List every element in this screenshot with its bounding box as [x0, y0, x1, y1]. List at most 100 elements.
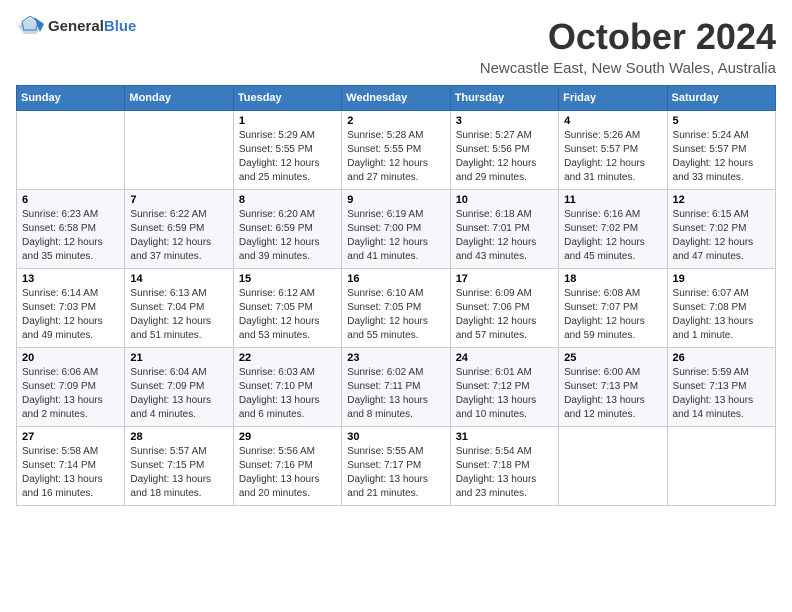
day-number: 30 [347, 431, 444, 443]
day-number: 10 [456, 194, 553, 206]
day-number: 4 [564, 115, 661, 127]
logo: General Blue [16, 16, 136, 36]
day-number: 8 [239, 194, 336, 206]
day-detail: Sunrise: 5:56 AMSunset: 7:16 PMDaylight:… [239, 445, 336, 501]
calendar-cell: 9Sunrise: 6:19 AMSunset: 7:00 PMDaylight… [342, 190, 450, 269]
week-row: 6Sunrise: 6:23 AMSunset: 6:58 PMDaylight… [17, 190, 776, 269]
day-number: 29 [239, 431, 336, 443]
day-detail: Sunrise: 6:23 AMSunset: 6:58 PMDaylight:… [22, 208, 119, 264]
day-number: 14 [130, 273, 227, 285]
day-detail: Sunrise: 5:59 AMSunset: 7:13 PMDaylight:… [673, 366, 770, 422]
calendar-cell: 3 Sunrise: 5:27 AMSunset: 5:56 PMDaylight… [450, 111, 558, 190]
calendar-cell: 11 Sunrise: 6:16 AMSunset: 7:02 PMDayligh… [559, 190, 667, 269]
day-number: 25 [564, 352, 661, 364]
calendar-cell: 29 Sunrise: 5:56 AMSunset: 7:16 PMDayligh… [233, 427, 341, 506]
calendar-cell [667, 427, 775, 506]
day-number: 28 [130, 431, 227, 443]
day-number: 27 [22, 431, 119, 443]
calendar-cell: 4 Sunrise: 5:26 AMSunset: 5:57 PMDaylight… [559, 111, 667, 190]
day-detail: Sunrise: 6:13 AMSunset: 7:04 PMDaylight:… [130, 287, 227, 343]
week-row: 1 Sunrise: 5:29 AMSunset: 5:55 PMDaylight… [17, 111, 776, 190]
col-header-sunday: Sunday [17, 86, 125, 111]
calendar-cell: 5 Sunrise: 5:24 AMSunset: 5:57 PMDaylight… [667, 111, 775, 190]
day-number: 11 [564, 194, 661, 206]
day-detail: Sunrise: 6:18 AMSunset: 7:01 PMDaylight:… [456, 208, 553, 264]
col-header-friday: Friday [559, 86, 667, 111]
day-number: 21 [130, 352, 227, 364]
calendar-cell: 22 Sunrise: 6:03 AMSunset: 7:10 PMDayligh… [233, 348, 341, 427]
day-detail: Sunrise: 6:00 AMSunset: 7:13 PMDaylight:… [564, 366, 661, 422]
day-number: 5 [673, 115, 770, 127]
week-row: 27 Sunrise: 5:58 AMSunset: 7:14 PMDayligh… [17, 427, 776, 506]
day-detail: Sunrise: 5:29 AMSunset: 5:55 PMDaylight:… [239, 129, 336, 185]
day-detail: Sunrise: 6:06 AMSunset: 7:09 PMDaylight:… [22, 366, 119, 422]
calendar-cell [559, 427, 667, 506]
calendar-cell: 19 Sunrise: 6:07 AMSunset: 7:08 PMDayligh… [667, 269, 775, 348]
day-detail: Sunrise: 6:02 AMSunset: 7:11 PMDaylight:… [347, 366, 444, 422]
calendar-cell [125, 111, 233, 190]
calendar-cell: 14 Sunrise: 6:13 AMSunset: 7:04 PMDayligh… [125, 269, 233, 348]
day-number: 9 [347, 194, 444, 206]
col-header-saturday: Saturday [667, 86, 775, 111]
calendar-cell: 12Sunrise: 6:15 AMSunset: 7:02 PMDayligh… [667, 190, 775, 269]
calendar-cell [17, 111, 125, 190]
day-number: 18 [564, 273, 661, 285]
day-number: 23 [347, 352, 444, 364]
day-detail: Sunrise: 5:26 AMSunset: 5:57 PMDaylight:… [564, 129, 661, 185]
location-subtitle: Newcastle East, New South Wales, Austral… [480, 60, 776, 77]
day-detail: Sunrise: 6:04 AMSunset: 7:09 PMDaylight:… [130, 366, 227, 422]
calendar-cell: 21 Sunrise: 6:04 AMSunset: 7:09 PMDayligh… [125, 348, 233, 427]
calendar-body: 1 Sunrise: 5:29 AMSunset: 5:55 PMDaylight… [17, 111, 776, 506]
col-header-tuesday: Tuesday [233, 86, 341, 111]
calendar-cell: 1 Sunrise: 5:29 AMSunset: 5:55 PMDaylight… [233, 111, 341, 190]
day-number: 19 [673, 273, 770, 285]
day-detail: Sunrise: 6:08 AMSunset: 7:07 PMDaylight:… [564, 287, 661, 343]
calendar-cell: 23 Sunrise: 6:02 AMSunset: 7:11 PMDayligh… [342, 348, 450, 427]
day-detail: Sunrise: 6:15 AMSunset: 7:02 PMDaylight:… [673, 208, 770, 264]
calendar-cell: 7Sunrise: 6:22 AMSunset: 6:59 PMDaylight… [125, 190, 233, 269]
day-detail: Sunrise: 6:03 AMSunset: 7:10 PMDaylight:… [239, 366, 336, 422]
logo-general: General [48, 18, 104, 35]
day-number: 17 [456, 273, 553, 285]
calendar-cell: 25 Sunrise: 6:00 AMSunset: 7:13 PMDayligh… [559, 348, 667, 427]
day-number: 13 [22, 273, 119, 285]
calendar-cell: 18 Sunrise: 6:08 AMSunset: 7:07 PMDayligh… [559, 269, 667, 348]
day-detail: Sunrise: 6:14 AMSunset: 7:03 PMDaylight:… [22, 287, 119, 343]
day-detail: Sunrise: 5:57 AMSunset: 7:15 PMDaylight:… [130, 445, 227, 501]
day-number: 22 [239, 352, 336, 364]
day-number: 24 [456, 352, 553, 364]
week-row: 13 Sunrise: 6:14 AMSunset: 7:03 PMDayligh… [17, 269, 776, 348]
calendar-cell: 8 Sunrise: 6:20 AMSunset: 6:59 PMDaylight… [233, 190, 341, 269]
day-detail: Sunrise: 5:58 AMSunset: 7:14 PMDaylight:… [22, 445, 119, 501]
day-number: 16 [347, 273, 444, 285]
day-number: 7 [130, 194, 227, 206]
calendar-cell: 24Sunrise: 6:01 AMSunset: 7:12 PMDayligh… [450, 348, 558, 427]
calendar-cell: 10 Sunrise: 6:18 AMSunset: 7:01 PMDayligh… [450, 190, 558, 269]
calendar-cell: 31Sunrise: 5:54 AMSunset: 7:18 PMDayligh… [450, 427, 558, 506]
day-number: 20 [22, 352, 119, 364]
calendar-cell: 20 Sunrise: 6:06 AMSunset: 7:09 PMDayligh… [17, 348, 125, 427]
col-header-monday: Monday [125, 86, 233, 111]
calendar-cell: 26Sunrise: 5:59 AMSunset: 7:13 PMDayligh… [667, 348, 775, 427]
header: General Blue October 2024 Newcastle East… [16, 16, 776, 77]
week-row: 20 Sunrise: 6:06 AMSunset: 7:09 PMDayligh… [17, 348, 776, 427]
day-detail: Sunrise: 6:10 AMSunset: 7:05 PMDaylight:… [347, 287, 444, 343]
day-detail: Sunrise: 6:16 AMSunset: 7:02 PMDaylight:… [564, 208, 661, 264]
day-detail: Sunrise: 6:12 AMSunset: 7:05 PMDaylight:… [239, 287, 336, 343]
calendar-table: SundayMondayTuesdayWednesdayThursdayFrid… [16, 85, 776, 506]
calendar-cell: 30 Sunrise: 5:55 AMSunset: 7:17 PMDayligh… [342, 427, 450, 506]
day-number: 15 [239, 273, 336, 285]
day-number: 1 [239, 115, 336, 127]
day-detail: Sunrise: 5:24 AMSunset: 5:57 PMDaylight:… [673, 129, 770, 185]
day-detail: Sunrise: 5:28 AMSunset: 5:55 PMDaylight:… [347, 129, 444, 185]
title-block: October 2024 Newcastle East, New South W… [480, 16, 776, 77]
day-detail: Sunrise: 5:55 AMSunset: 7:17 PMDaylight:… [347, 445, 444, 501]
logo-text: General Blue [48, 18, 136, 35]
calendar-cell: 16 Sunrise: 6:10 AMSunset: 7:05 PMDayligh… [342, 269, 450, 348]
day-detail: Sunrise: 6:07 AMSunset: 7:08 PMDaylight:… [673, 287, 770, 343]
day-detail: Sunrise: 6:20 AMSunset: 6:59 PMDaylight:… [239, 208, 336, 264]
day-number: 3 [456, 115, 553, 127]
calendar-header: SundayMondayTuesdayWednesdayThursdayFrid… [17, 86, 776, 111]
calendar-cell: 17Sunrise: 6:09 AMSunset: 7:06 PMDayligh… [450, 269, 558, 348]
day-detail: Sunrise: 5:27 AMSunset: 5:56 PMDaylight:… [456, 129, 553, 185]
